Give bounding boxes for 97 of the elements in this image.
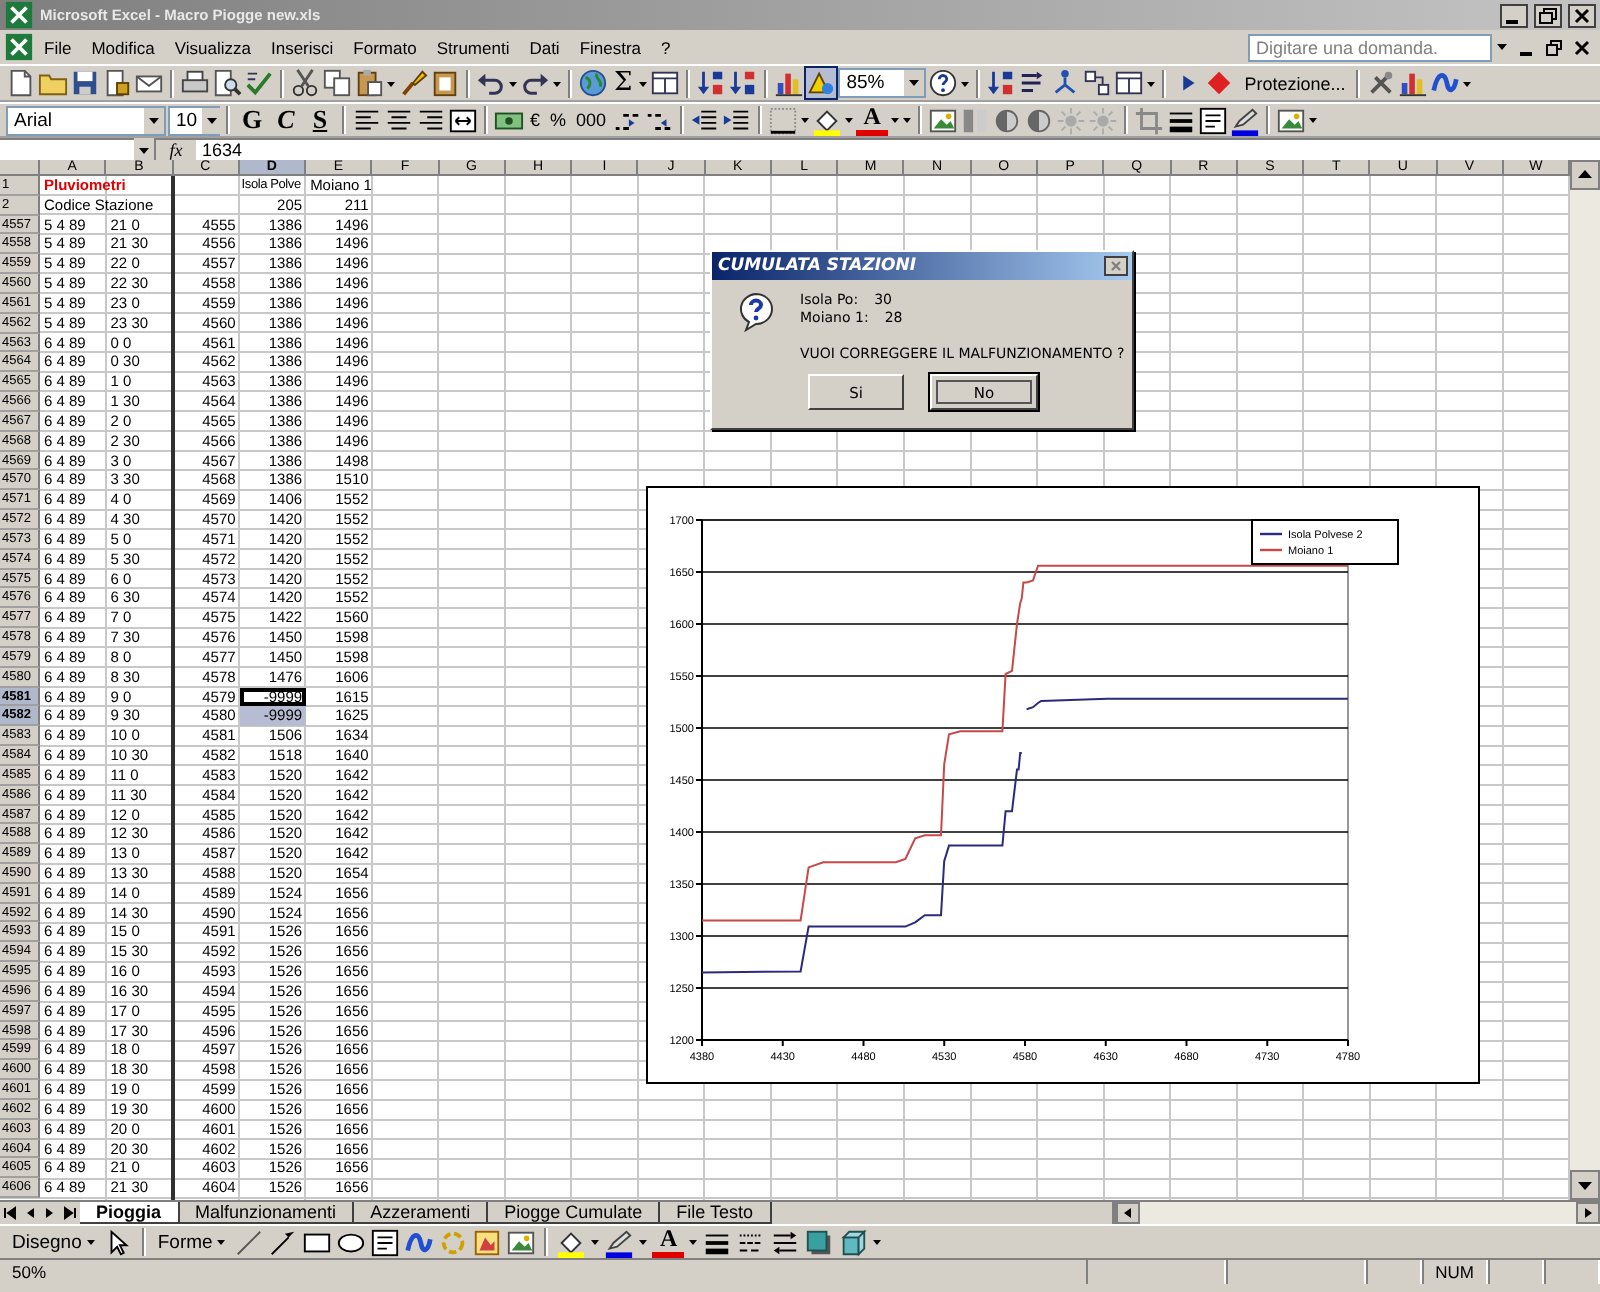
menu-item[interactable]: Visualizza [164, 35, 261, 59]
bar-chart-icon[interactable] [1397, 68, 1428, 98]
print-icon[interactable] [180, 68, 210, 98]
spelling-check-icon[interactable] [244, 68, 274, 98]
clipboard-icon[interactable] [430, 68, 460, 98]
menu-item[interactable]: Formato [343, 35, 427, 59]
sheet-tab[interactable]: Pioggia [80, 1202, 180, 1224]
protection-button[interactable]: Protezione... [1240, 67, 1350, 99]
menu-item[interactable]: File [34, 35, 82, 59]
sheet-tab[interactable]: Piogge Cumulate [488, 1202, 661, 1224]
text-box-icon[interactable] [1198, 105, 1229, 135]
close-button[interactable] [1568, 3, 1596, 27]
menu-item[interactable]: Inserisci [260, 35, 344, 59]
dialog-title: CUMULATA STAZIONI [718, 256, 917, 276]
sort-descending-icon[interactable] [728, 68, 759, 98]
font-color-button[interactable]: A [652, 1226, 685, 1258]
align-left-icon[interactable] [352, 105, 382, 135]
restore-button[interactable] [1534, 3, 1562, 27]
document-restore-button[interactable] [1540, 35, 1568, 59]
decrease-indent-icon[interactable] [690, 105, 721, 135]
zoom-field[interactable]: 85% [838, 68, 927, 98]
picture-icon[interactable] [928, 105, 959, 135]
cube-icon[interactable] [838, 1227, 869, 1257]
menu-item[interactable]: Dati [519, 35, 570, 59]
borders-icon[interactable] [768, 105, 799, 135]
arrow-style-icon[interactable] [770, 1227, 801, 1257]
question-icon [736, 292, 776, 332]
formula-field[interactable]: 1634 [196, 140, 1600, 160]
linked-boxes-icon[interactable] [1082, 68, 1113, 98]
help-search-field[interactable]: Digitare una domanda. [1248, 33, 1492, 61]
insert-function-button[interactable]: fx [156, 140, 196, 160]
select-all-button[interactable] [0, 160, 40, 176]
bar-chart-icon[interactable] [774, 68, 805, 98]
clip-art-icon[interactable] [472, 1227, 503, 1257]
sort-ascending-icon[interactable] [696, 68, 727, 98]
line-icon[interactable] [234, 1227, 265, 1257]
print-preview-icon[interactable] [212, 68, 242, 98]
align-right-icon[interactable] [416, 105, 446, 135]
font-field[interactable]: Arial [6, 105, 166, 135]
sheet-tab[interactable]: Malfunzionamenti [179, 1202, 355, 1224]
spreadsheet-document-icon[interactable] [4, 32, 34, 62]
sort-icon[interactable] [986, 68, 1017, 98]
paste-icon[interactable] [354, 68, 384, 98]
copy-icon[interactable] [322, 68, 352, 98]
picture-icon[interactable] [1276, 105, 1307, 135]
window-icon[interactable] [650, 68, 681, 98]
fill-color-icon[interactable] [556, 1227, 587, 1257]
draw-menu-button[interactable]: Disegno [8, 1228, 100, 1256]
window-icon[interactable] [1114, 68, 1145, 98]
shadow-icon[interactable] [804, 1227, 835, 1257]
font-size-field[interactable]: 10 [168, 105, 220, 135]
underline-button[interactable]: S [304, 104, 336, 136]
menu-item[interactable]: Finestra [569, 35, 652, 59]
first-sheet-button[interactable] [0, 1202, 20, 1224]
save-icon[interactable] [70, 68, 100, 98]
arrow-icon[interactable] [268, 1227, 299, 1257]
euro-button[interactable]: € [526, 104, 545, 136]
contrast-icon[interactable] [992, 105, 1023, 135]
close-button[interactable] [1104, 256, 1128, 276]
menu-item[interactable]: ? [651, 35, 681, 59]
format-painter-icon[interactable] [398, 68, 428, 98]
status-indicator: NUM [1421, 1260, 1488, 1284]
new-document-icon[interactable] [6, 68, 36, 98]
sheet-tab[interactable]: Azzeramenti [354, 1202, 489, 1224]
text-box-icon[interactable] [370, 1227, 401, 1257]
status-text: 50% [10, 1260, 49, 1284]
merge-center-icon[interactable] [448, 105, 478, 135]
menu-item[interactable]: Strumenti [426, 35, 520, 59]
fill-color-icon[interactable] [812, 105, 843, 135]
branch-icon[interactable] [1050, 68, 1081, 98]
italic-button[interactable]: C [270, 104, 302, 136]
last-sheet-button[interactable] [60, 1202, 80, 1224]
vertical-scrollbar[interactable] [1570, 160, 1600, 1200]
wordart-icon[interactable] [404, 1227, 435, 1257]
wordart-icon[interactable] [1429, 68, 1460, 98]
shapes-menu-button[interactable]: Forme [153, 1228, 231, 1256]
sheet-tab[interactable]: File Testo [660, 1202, 771, 1224]
picture-icon[interactable] [506, 1227, 537, 1257]
horizontal-scrollbar[interactable] [1111, 1202, 1600, 1224]
percent-button[interactable]: % [546, 104, 571, 136]
cut-icon[interactable] [290, 68, 320, 98]
increase-indent-icon[interactable] [722, 105, 753, 135]
thousands-button[interactable]: 000 [572, 104, 611, 136]
autosum-button[interactable]: Σ [610, 67, 637, 99]
pen-icon[interactable] [1230, 105, 1261, 135]
bold-button[interactable]: G [236, 104, 268, 136]
contrast-icon[interactable] [1024, 105, 1055, 135]
redo-icon[interactable] [520, 68, 550, 98]
minimize-button[interactable] [1500, 3, 1528, 27]
align-center-icon[interactable] [384, 105, 414, 135]
menu-item[interactable]: Modifica [81, 35, 165, 59]
globe-icon[interactable] [578, 68, 608, 98]
undo-icon[interactable] [476, 68, 506, 98]
line-color-icon[interactable] [604, 1227, 635, 1257]
drawing-icon[interactable] [806, 68, 837, 98]
spreadsheet-app-icon[interactable] [4, 0, 34, 30]
help-icon[interactable] [928, 68, 959, 98]
